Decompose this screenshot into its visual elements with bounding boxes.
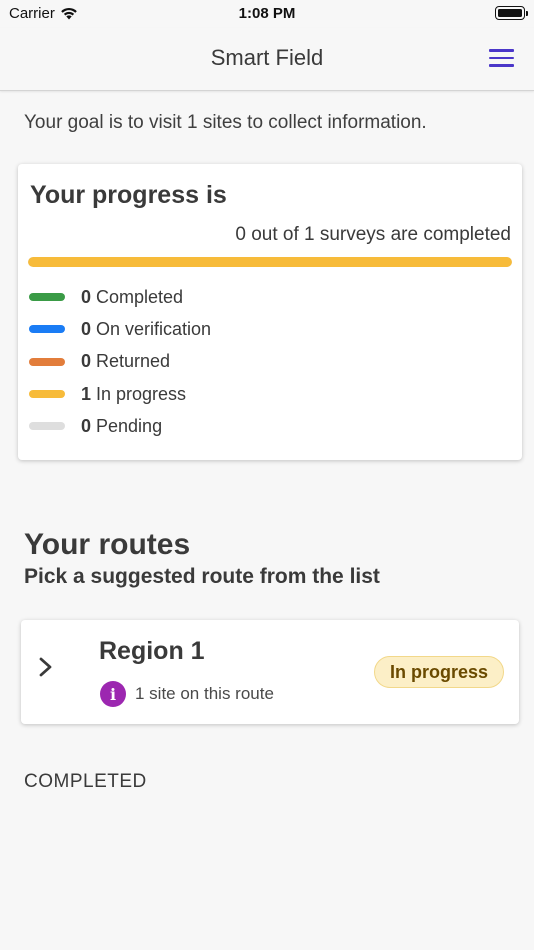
legend-swatch bbox=[29, 293, 65, 302]
progress-legend: 0 Completed 0 On verification 0 Returned… bbox=[29, 281, 211, 442]
legend-item-completed: 0 Completed bbox=[29, 281, 211, 313]
progress-bar-fill bbox=[28, 257, 512, 267]
legend-count: 0 bbox=[81, 286, 92, 307]
route-card-region-1[interactable]: Region 1 i 1 site on this route In progr… bbox=[21, 620, 519, 724]
info-icon: i bbox=[100, 681, 126, 707]
legend-label: On verification bbox=[96, 318, 212, 339]
legend-swatch bbox=[29, 325, 65, 334]
routes-title: Your routes bbox=[24, 528, 191, 561]
legend-label: Pending bbox=[96, 415, 163, 436]
legend-count: 1 bbox=[81, 383, 92, 404]
app-title: Smart Field bbox=[210, 45, 324, 70]
progress-title: Your progress is bbox=[30, 181, 227, 209]
clock: 1:08 PM bbox=[238, 5, 296, 22]
progress-summary: 0 out of 1 surveys are completed bbox=[235, 224, 511, 245]
route-name: Region 1 bbox=[99, 637, 205, 665]
route-site-info: i 1 site on this route bbox=[100, 681, 274, 707]
legend-item-in-progress: 1 In progress bbox=[29, 378, 211, 410]
progress-bar bbox=[28, 257, 512, 267]
legend-label: Completed bbox=[96, 286, 184, 307]
legend-count: 0 bbox=[81, 415, 92, 436]
status-bar: Carrier 1:08 PM bbox=[0, 0, 534, 28]
goal-text: Your goal is to visit 1 sites to collect… bbox=[24, 112, 427, 133]
routes-subtitle: Pick a suggested route from the list bbox=[24, 565, 380, 588]
status-badge: In progress bbox=[373, 656, 504, 688]
navigation-bar: Smart Field bbox=[0, 28, 534, 91]
legend-item-pending: 0 Pending bbox=[29, 410, 211, 442]
legend-item-returned: 0 Returned bbox=[29, 346, 211, 378]
legend-label: In progress bbox=[96, 383, 187, 404]
legend-swatch bbox=[29, 357, 65, 366]
legend-label: Returned bbox=[96, 351, 171, 372]
legend-count: 0 bbox=[81, 318, 92, 339]
hamburger-menu-icon[interactable] bbox=[489, 48, 514, 68]
legend-swatch bbox=[29, 422, 65, 431]
progress-card: Your progress is 0 out of 1 surveys are … bbox=[18, 164, 522, 460]
completed-section-heading: COMPLETED bbox=[24, 771, 147, 792]
chevron-right-icon[interactable] bbox=[37, 656, 55, 678]
legend-count: 0 bbox=[81, 351, 92, 372]
battery-icon bbox=[495, 6, 528, 20]
legend-swatch bbox=[29, 390, 65, 399]
legend-item-on-verification: 0 On verification bbox=[29, 313, 211, 345]
route-site-count: 1 site on this route bbox=[135, 684, 274, 703]
